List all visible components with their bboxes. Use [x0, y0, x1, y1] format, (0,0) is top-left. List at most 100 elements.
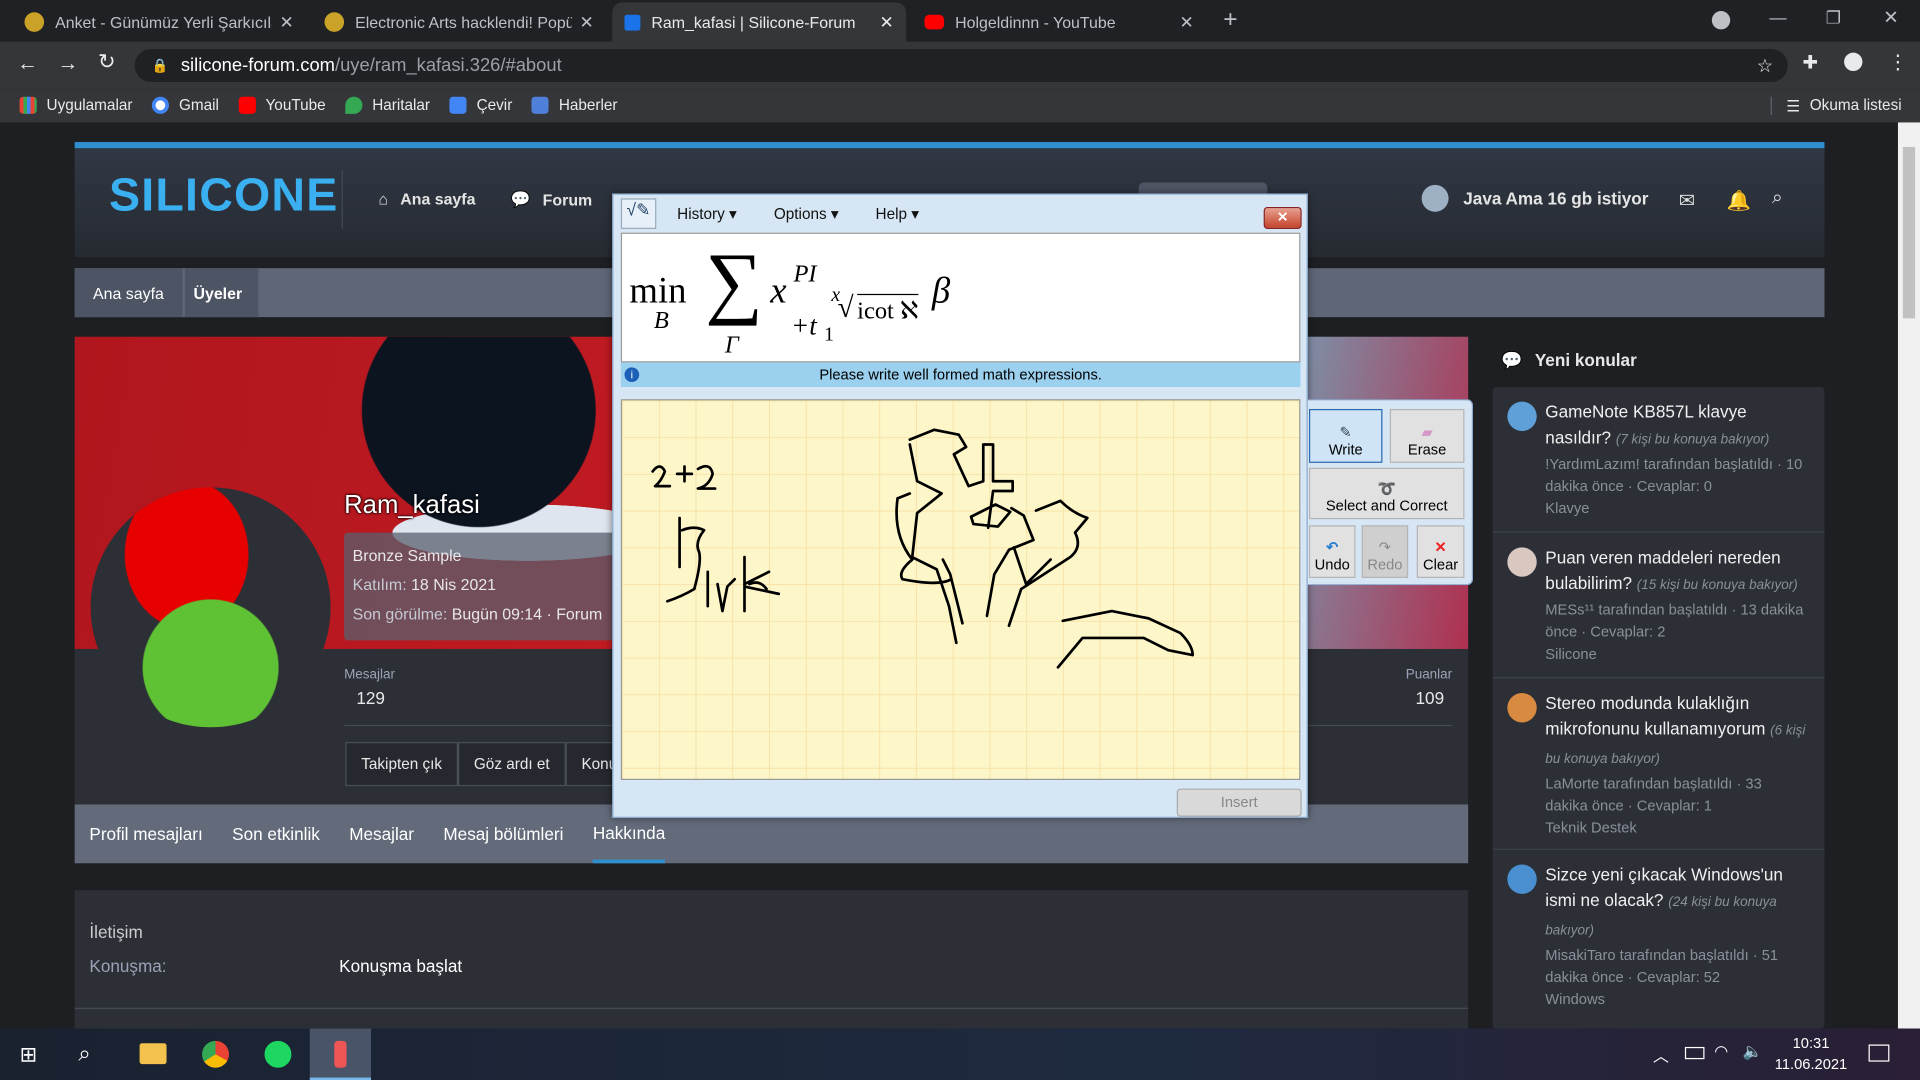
- site-logo[interactable]: SILICONE: [109, 170, 339, 223]
- close-tab-icon[interactable]: ✕: [880, 12, 894, 33]
- inbox-icon[interactable]: ✉: [1679, 189, 1695, 213]
- redo-button[interactable]: ↷ Redo: [1361, 525, 1409, 578]
- nav-forum[interactable]: 💬 Forum: [511, 190, 593, 210]
- thread-item[interactable]: Sizce yeni çıkacak Windows'un ismi ne ol…: [1493, 850, 1825, 1008]
- avatar[interactable]: [90, 487, 331, 728]
- tab-latest-activity[interactable]: Son etkinlik: [232, 824, 320, 844]
- joined-label: Katılım:: [352, 575, 407, 594]
- tab-ea[interactable]: Electronic Arts hacklendi! Popüler ✕: [312, 2, 606, 41]
- tab-message-sections[interactable]: Mesaj bölümleri: [443, 824, 563, 844]
- tab-anket[interactable]: Anket - Günümüz Yerli Şarkıcılar ✕: [12, 2, 306, 41]
- back-button[interactable]: ←: [17, 51, 38, 75]
- minimize-button[interactable]: —: [1769, 7, 1786, 27]
- page-scrollbar[interactable]: [1897, 122, 1920, 1029]
- notifications-icon[interactable]: [1868, 1044, 1890, 1062]
- stat-value[interactable]: 109: [1416, 688, 1445, 708]
- reading-list[interactable]: ☰ Okuma listesi: [1770, 96, 1902, 115]
- clock-time: 10:31: [1792, 1034, 1830, 1052]
- bookmark-apps[interactable]: Uygulamalar: [19, 96, 133, 114]
- write-button[interactable]: ✎ Write: [1308, 408, 1383, 463]
- new-threads-list: GameNote KB857L klavye nasıldır? (7 kişi…: [1492, 386, 1825, 1029]
- bookmark-gmail[interactable]: Gmail: [152, 96, 219, 114]
- search-icon[interactable]: ⌕: [1772, 187, 1783, 209]
- math-t-sub: 1: [824, 324, 834, 346]
- address-bar[interactable]: 🔒 silicone-forum.com/uye/ram_kafasi.326/…: [134, 48, 1788, 83]
- start-conversation-link[interactable]: Konuşma başlat: [339, 956, 462, 976]
- writing-area[interactable]: [620, 399, 1301, 781]
- extensions-icon[interactable]: ✚: [1802, 51, 1817, 74]
- select-and-correct-button[interactable]: ➰ Select and Correct: [1308, 467, 1465, 520]
- thread-forum[interactable]: Windows: [1545, 988, 1807, 1010]
- tool-panel: ✎ Write ▰ Erase ➰ Select and Correct ↶ Undo …: [1307, 399, 1474, 586]
- thread-item[interactable]: GameNote KB857L klavye nasıldır? (7 kişi…: [1492, 387, 1825, 533]
- stat-label: Puanlar: [1405, 667, 1453, 683]
- bookmark-translate[interactable]: Çevir: [449, 96, 512, 114]
- spotify-icon[interactable]: [264, 1040, 292, 1068]
- menu-icon[interactable]: ⋮: [1888, 50, 1908, 74]
- bookmark-maps[interactable]: Haritalar: [345, 96, 431, 114]
- tab-profile-posts[interactable]: Profil mesajları: [89, 824, 202, 844]
- bell-icon[interactable]: 🔔: [1727, 189, 1751, 213]
- tab-youtube[interactable]: Holgeldinnn - YouTube ✕: [912, 2, 1206, 41]
- menu-history[interactable]: History ▾: [677, 204, 737, 223]
- tray-overflow-icon[interactable]: ︿: [1653, 1043, 1669, 1066]
- crumb-label: Ana sayfa: [93, 283, 164, 302]
- thread-item[interactable]: Puan veren maddeleri nereden bulabilirim…: [1492, 533, 1825, 679]
- reload-button[interactable]: ↻: [98, 50, 115, 74]
- scrollbar-thumb[interactable]: [1902, 146, 1916, 319]
- stat-value[interactable]: 129: [356, 688, 385, 708]
- user-menu[interactable]: Java Ama 16 gb istiyor: [1421, 184, 1648, 212]
- close-tab-icon[interactable]: ✕: [280, 12, 294, 33]
- menu-help[interactable]: Help ▾: [876, 204, 919, 223]
- file-explorer-icon[interactable]: [139, 1043, 167, 1065]
- windows-start-icon[interactable]: ⊞: [20, 1043, 37, 1067]
- profile-info-box: Bronze Sample Katılım: 18 Nis 2021 Son g…: [344, 532, 620, 641]
- nav-home[interactable]: ⌂ Ana sayfa: [378, 190, 475, 208]
- search-icon[interactable]: ⌕: [78, 1041, 90, 1067]
- thread-item[interactable]: Stereo modunda kulaklığın mikrofonunu ku…: [1492, 678, 1825, 850]
- forward-button[interactable]: →: [58, 51, 79, 75]
- undo-button[interactable]: ↶ Undo: [1308, 525, 1356, 578]
- close-window-button[interactable]: ✕: [1883, 6, 1898, 28]
- clock[interactable]: 10:31 11.06.2021: [1771, 1033, 1852, 1075]
- breadcrumb-members[interactable]: Üyeler: [184, 268, 259, 318]
- wifi-icon[interactable]: ◠: [1714, 1042, 1728, 1062]
- translate-icon: [449, 96, 467, 114]
- menu-options[interactable]: Options ▾: [774, 204, 839, 223]
- close-tab-icon[interactable]: ✕: [580, 12, 594, 33]
- tab-search-icon[interactable]: [1711, 11, 1731, 30]
- close-tab-icon[interactable]: ✕: [1180, 12, 1194, 33]
- thread-forum[interactable]: Klavye: [1545, 497, 1807, 519]
- battery-icon[interactable]: [1684, 1046, 1705, 1060]
- user-rank: Bronze Sample: [352, 546, 462, 565]
- volume-icon[interactable]: 🔈: [1742, 1042, 1762, 1062]
- restore-button[interactable]: ❐: [1826, 7, 1841, 28]
- bookmark-label: Haritalar: [372, 96, 431, 114]
- tab-messages[interactable]: Mesajlar: [349, 824, 414, 844]
- chat-icon: 💬: [510, 189, 531, 209]
- lasso-icon: ➰: [1377, 480, 1396, 498]
- insert-button[interactable]: Insert: [1176, 788, 1302, 817]
- math-input-panel-taskbar-button[interactable]: [309, 1028, 372, 1080]
- tab-ram-kafasi[interactable]: Ram_kafasi | Silicone-Forum ✕: [612, 2, 907, 42]
- ignore-button[interactable]: Göz ardı et: [457, 742, 566, 787]
- thread-title[interactable]: Stereo modunda kulaklığın mikrofonunu ku…: [1545, 693, 1765, 738]
- breadcrumb-home[interactable]: Ana sayfa: [74, 268, 183, 318]
- clear-button[interactable]: ✕ Clear: [1416, 525, 1465, 578]
- bookmark-star-icon[interactable]: ☆: [1757, 54, 1773, 77]
- unfollow-button[interactable]: Takipten çık: [345, 742, 458, 787]
- new-tab-button[interactable]: +: [1223, 6, 1237, 34]
- close-button[interactable]: ✕: [1263, 206, 1302, 229]
- erase-button[interactable]: ▰ Erase: [1389, 408, 1465, 463]
- bookmark-label: Uygulamalar: [46, 96, 133, 114]
- profile-icon[interactable]: [1844, 52, 1863, 72]
- tool-label: Select and Correct: [1325, 497, 1448, 515]
- thread-forum[interactable]: Silicone: [1545, 643, 1807, 665]
- bookmark-news[interactable]: Haberler: [531, 96, 618, 114]
- math-plus-t: +t: [791, 309, 817, 341]
- eraser-icon: ▰: [1421, 423, 1433, 441]
- chrome-icon[interactable]: [202, 1040, 229, 1068]
- thread-forum[interactable]: Teknik Destek: [1545, 817, 1807, 839]
- avatar: [1507, 401, 1537, 432]
- bookmark-youtube[interactable]: YouTube: [238, 96, 326, 114]
